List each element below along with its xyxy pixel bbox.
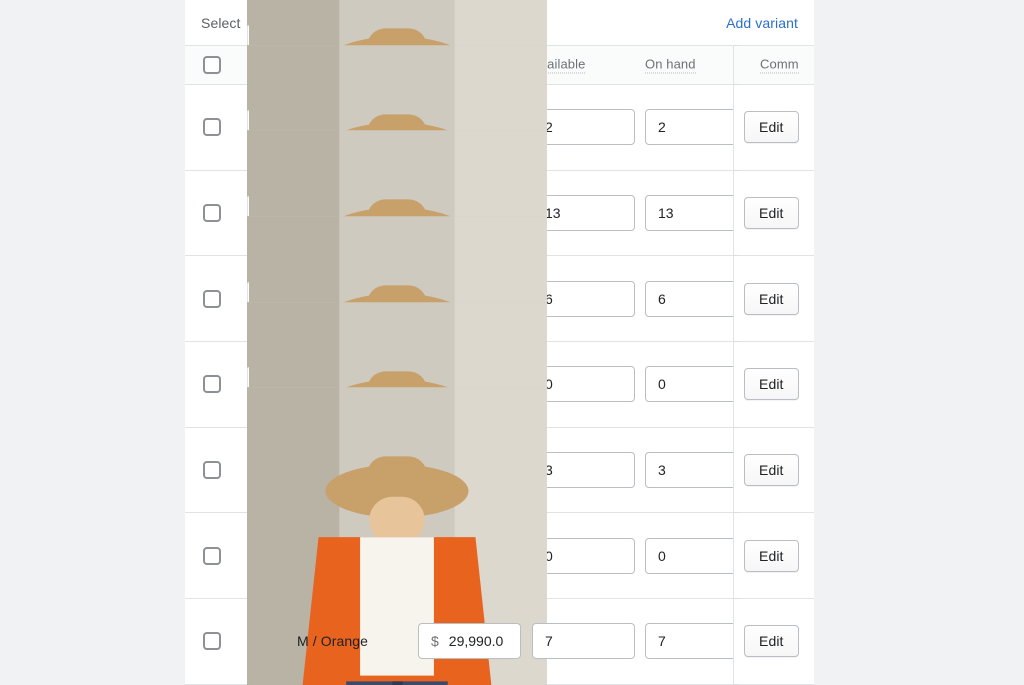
available-cell: 0	[532, 537, 635, 574]
on-hand-value: 3	[658, 462, 666, 479]
column-header-committed: Comm	[760, 56, 799, 74]
row-select-checkbox[interactable]	[203, 118, 221, 137]
available-cell: 3	[532, 452, 635, 489]
price-value: 29,990.0	[448, 633, 504, 650]
table-body: S / Cream $ 29.99 2 2 Edit	[185, 0, 814, 685]
edit-button-wrapper: Edit	[744, 539, 799, 572]
select-label: Select	[201, 14, 241, 31]
on-hand-cell: 3	[645, 452, 748, 489]
available-cell: 7	[532, 623, 635, 660]
sticky-header-cell: Comm	[734, 46, 814, 84]
table-row: M / Orange $ 29,990.0 7 7 Edit	[185, 367, 814, 685]
on-hand-input[interactable]: 2	[645, 109, 748, 146]
sticky-actions-cell: Edit	[734, 427, 814, 513]
price-input[interactable]: $ 29,990.0	[418, 623, 521, 660]
on-hand-cell: 0	[645, 537, 748, 574]
on-hand-input[interactable]: 0	[645, 537, 748, 574]
sticky-actions-cell: Edit	[734, 513, 814, 599]
row-select-checkbox[interactable]	[203, 289, 221, 308]
on-hand-value: 2	[658, 119, 666, 136]
available-cell: 2	[532, 109, 635, 146]
row-checkbox-cell	[203, 204, 221, 223]
on-hand-value: 0	[658, 547, 666, 564]
available-input[interactable]: 0	[532, 366, 635, 403]
available-input[interactable]: 0	[532, 537, 635, 574]
available-input[interactable]: 7	[532, 623, 635, 660]
row-checkbox-cell	[203, 546, 221, 565]
available-cell: 0	[532, 366, 635, 403]
page-root: Select All None Size Color Add variant	[0, 0, 1024, 685]
variants-card: Select All None Size Color Add variant	[185, 0, 814, 685]
column-header-on-hand: On hand	[645, 56, 696, 74]
on-hand-cell: 6	[645, 280, 748, 317]
sticky-actions-cell: Edit	[734, 342, 814, 427]
row-select-checkbox[interactable]	[203, 204, 221, 223]
row-checkbox-cell	[203, 289, 221, 308]
row-select-checkbox[interactable]	[203, 632, 221, 651]
add-variant-link[interactable]: Add variant	[726, 15, 798, 31]
currency-prefix: $	[431, 633, 439, 650]
variants-table: Variant Price Available On hand Comm	[185, 0, 814, 685]
row-checkbox-cell	[203, 632, 221, 651]
row-checkbox-cell	[203, 461, 221, 480]
sticky-actions-cell: Edit	[734, 170, 814, 256]
edit-button-wrapper: Edit	[744, 454, 799, 487]
on-hand-cell: 7	[645, 623, 748, 660]
on-hand-cell: 0	[645, 366, 748, 403]
price-cell: $ 29,990.0	[418, 623, 521, 660]
on-hand-value: 7	[658, 633, 666, 650]
edit-button[interactable]: Edit	[744, 625, 799, 658]
row-select-checkbox[interactable]	[203, 461, 221, 480]
on-hand-input[interactable]: 6	[645, 280, 748, 317]
edit-button-wrapper: Edit	[744, 282, 799, 315]
available-input[interactable]: 13	[532, 195, 635, 232]
edit-button[interactable]: Edit	[744, 454, 799, 487]
sticky-actions-cell: Edit	[734, 599, 814, 684]
available-cell: 13	[532, 195, 635, 232]
edit-button[interactable]: Edit	[744, 539, 799, 572]
available-input[interactable]: 6	[532, 280, 635, 317]
edit-button[interactable]: Edit	[744, 111, 799, 144]
available-value: 13	[545, 205, 561, 222]
variant-name: M / Orange	[297, 633, 369, 650]
available-cell: 6	[532, 280, 635, 317]
sticky-actions-cell: Edit	[734, 85, 814, 170]
edit-button-wrapper: Edit	[744, 368, 799, 401]
on-hand-cell: 13	[645, 195, 748, 232]
on-hand-cell: 2	[645, 109, 748, 146]
on-hand-input[interactable]: 0	[645, 366, 748, 403]
available-input[interactable]: 3	[532, 452, 635, 489]
edit-button[interactable]: Edit	[744, 197, 799, 230]
on-hand-value: 0	[658, 376, 666, 393]
row-select-checkbox[interactable]	[203, 546, 221, 565]
edit-button-wrapper: Edit	[744, 625, 799, 658]
row-checkbox-cell	[203, 375, 221, 394]
edit-button-wrapper: Edit	[744, 111, 799, 144]
select-all-checkbox[interactable]	[203, 56, 221, 74]
edit-button-wrapper: Edit	[744, 197, 799, 230]
on-hand-value: 13	[658, 205, 674, 222]
edit-button[interactable]: Edit	[744, 282, 799, 315]
on-hand-input[interactable]: 13	[645, 195, 748, 232]
sticky-actions-cell: Edit	[734, 256, 814, 342]
on-hand-input[interactable]: 7	[645, 623, 748, 660]
available-value: 7	[545, 633, 553, 650]
row-checkbox-cell	[203, 118, 221, 137]
on-hand-input[interactable]: 3	[645, 452, 748, 489]
on-hand-value: 6	[658, 290, 666, 307]
edit-button[interactable]: Edit	[744, 368, 799, 401]
available-input[interactable]: 2	[532, 109, 635, 146]
row-select-checkbox[interactable]	[203, 375, 221, 394]
select-all-checkbox-cell	[203, 56, 221, 74]
